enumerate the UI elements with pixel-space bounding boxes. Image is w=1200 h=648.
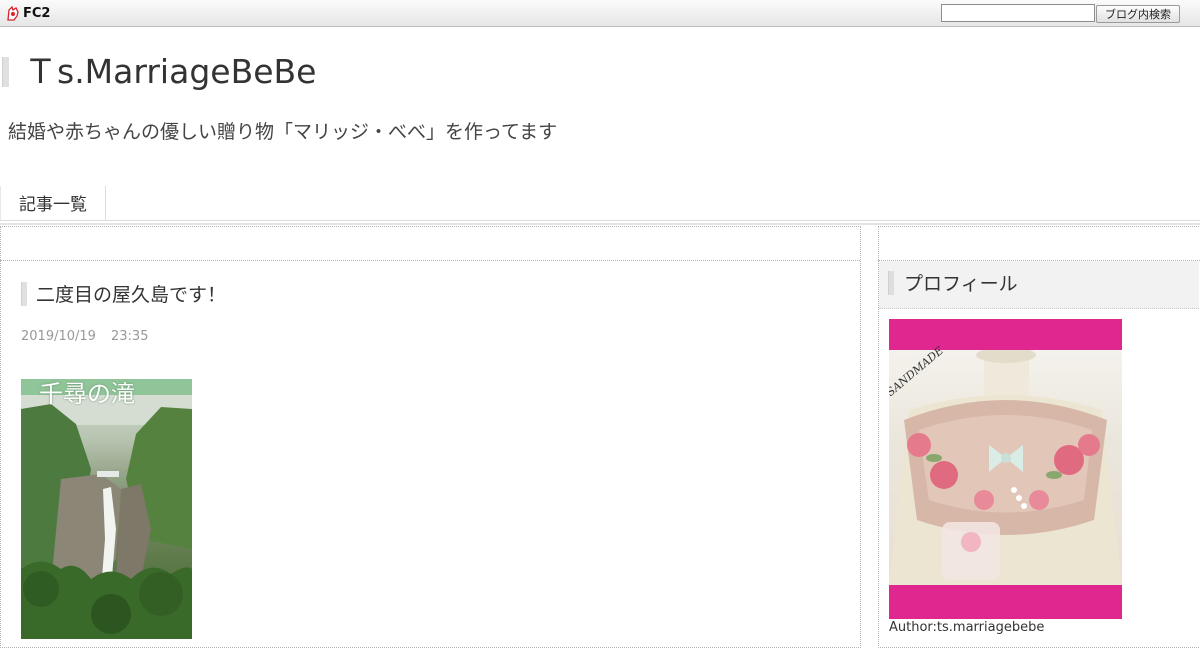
blog-description: 結婚や赤ちゃんの優しい贈り物「マリッジ・べべ」を作ってます [8,121,558,143]
profile-photo [889,350,1122,585]
fc2-logo-icon [7,5,19,21]
blog-search-button[interactable]: ブログ内検索 [1096,5,1180,23]
waterfall-image [21,395,192,639]
fc2-logo-text: FC2 [23,5,51,21]
entry-title-accent-bar [21,282,27,306]
photo-caption: 千尋の滝 [39,380,135,408]
nav-bar: 記事一覧 [0,186,1200,221]
waterfall-photo[interactable]: 千尋の滝 [21,379,192,639]
entry-time: 23:35 [111,329,149,344]
profile-accent-bar [888,271,894,295]
crochet-collar-image [889,350,1122,585]
nav-divider [0,223,1200,225]
nav-item-entry-list[interactable]: 記事一覧 [0,186,106,220]
author-label: Author:ts.marriagebebe [889,620,1045,635]
profile-title: プロフィール [904,273,1018,295]
blog-search-input[interactable] [941,4,1095,22]
main-divider [0,260,860,261]
entry-date: 2019/10/19 [21,329,96,344]
profile-image[interactable]: SANDMADE [889,319,1122,619]
blog-title[interactable]: Ｔs.MarriageBeBe [24,52,316,92]
title-accent-bar [2,57,9,87]
fc2-toolbar: FC2 ブログ内検索 [0,0,1200,27]
entry-title[interactable]: 二度目の屋久島です！ [36,283,226,307]
fc2-logo[interactable]: FC2 [6,5,50,21]
